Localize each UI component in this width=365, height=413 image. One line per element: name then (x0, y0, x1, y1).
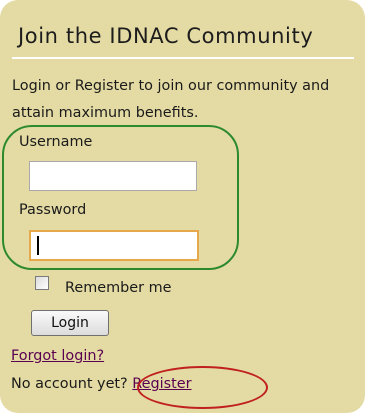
remember-me-label: Remember me (65, 280, 172, 296)
login-panel: Join the IDNAC Community Login or Regist… (0, 0, 365, 413)
remember-me-checkbox[interactable] (35, 276, 49, 290)
password-label: Password (19, 202, 87, 218)
forgot-login-link[interactable]: Forgot login? (11, 348, 104, 364)
text-cursor (37, 236, 39, 255)
intro-text: Login or Register to join our community … (12, 78, 330, 121)
register-link[interactable]: Register (132, 376, 191, 392)
username-label: Username (19, 134, 93, 150)
panel-title: Join the IDNAC Community (18, 24, 314, 48)
title-divider (12, 57, 354, 59)
password-input[interactable] (29, 230, 199, 261)
login-button[interactable]: Login (31, 310, 109, 336)
no-account-prefix: No account yet? (11, 376, 133, 392)
no-account-text: No account yet? Register (11, 376, 192, 392)
username-input[interactable] (29, 161, 197, 191)
